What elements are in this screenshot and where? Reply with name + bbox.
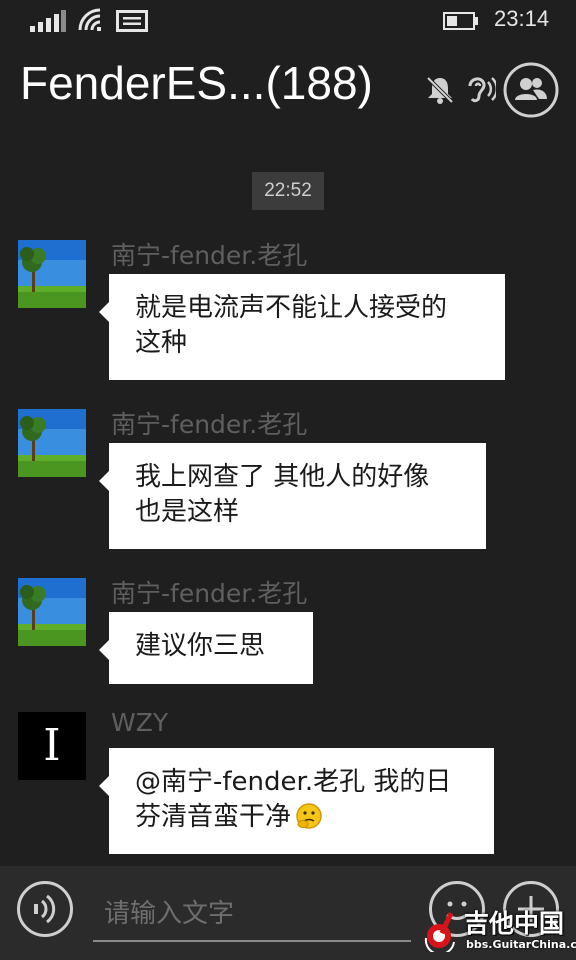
earpiece-icon (468, 77, 496, 103)
landscape-avatar-image (18, 240, 86, 308)
landscape-avatar-image (18, 409, 86, 477)
message-text-line: 我上网查了 其他人的好像 (135, 462, 430, 492)
message-text-line: 建议你三思 (135, 631, 266, 661)
input-placeholder: 请输入文字 (104, 899, 235, 929)
voice-button[interactable] (17, 881, 73, 937)
message-text-line: 就是电流声不能让人接受的 (135, 293, 448, 323)
message-bubble[interactable]: 我上网查了 其他人的好像 也是这样 (99, 443, 486, 549)
sender-name: 南宁-fender.老孔 (111, 579, 308, 608)
wifi-icon (78, 8, 101, 31)
group-members-icon[interactable] (503, 62, 559, 118)
chat-title[interactable]: FenderES...(188) (20, 56, 373, 110)
message-bubble[interactable]: @南宁-fender.老孔 我的日 芬清音蛮干净 (99, 748, 494, 854)
status-time: 23:14 (494, 6, 550, 31)
watermark-title: 吉他中国 (464, 909, 565, 938)
message-bubble[interactable]: 就是电流声不能让人接受的 这种 (99, 274, 505, 380)
message-timestamp: 22:52 (252, 172, 324, 210)
message-icon (116, 10, 148, 32)
avatar[interactable]: I (18, 712, 86, 780)
message-bubble[interactable]: 建议你三思 (99, 612, 313, 684)
status-bar: 23:14 (0, 0, 576, 42)
landscape-avatar-image (18, 578, 86, 646)
sender-name: 南宁-fender.老孔 (111, 241, 308, 270)
message-text-line: 芬清音蛮干净 (135, 802, 292, 832)
guitar-logo-icon (424, 912, 455, 952)
voice-icon (34, 894, 56, 924)
mute-icon (426, 76, 454, 104)
signal-icon (30, 10, 66, 32)
sender-name: 南宁-fender.老孔 (111, 410, 308, 439)
thinking-face-emoji-icon (296, 803, 322, 829)
message-text-line: 也是这样 (135, 497, 240, 527)
message-text-line-with-emoji: 芬清音蛮干净 (135, 800, 474, 835)
avatar[interactable] (18, 240, 86, 308)
watermark-url: bbs.GuitarChina.com (466, 938, 576, 951)
avatar[interactable] (18, 578, 86, 646)
battery-icon (443, 12, 478, 30)
avatar-text: I (43, 720, 61, 771)
chat-screen: 23:14 FenderES...(188) 22:52 南宁-fender.老… (0, 0, 576, 960)
avatar[interactable] (18, 409, 86, 477)
message-text-line: 这种 (135, 328, 188, 358)
message-input[interactable]: 请输入文字 (93, 890, 411, 942)
message-text-line: @南宁-fender.老孔 我的日 (135, 767, 452, 797)
watermark: 吉他中国 bbs.GuitarChina.com (420, 902, 576, 960)
sender-name: WZY (111, 708, 169, 737)
chat-header: FenderES...(188) (0, 50, 576, 130)
